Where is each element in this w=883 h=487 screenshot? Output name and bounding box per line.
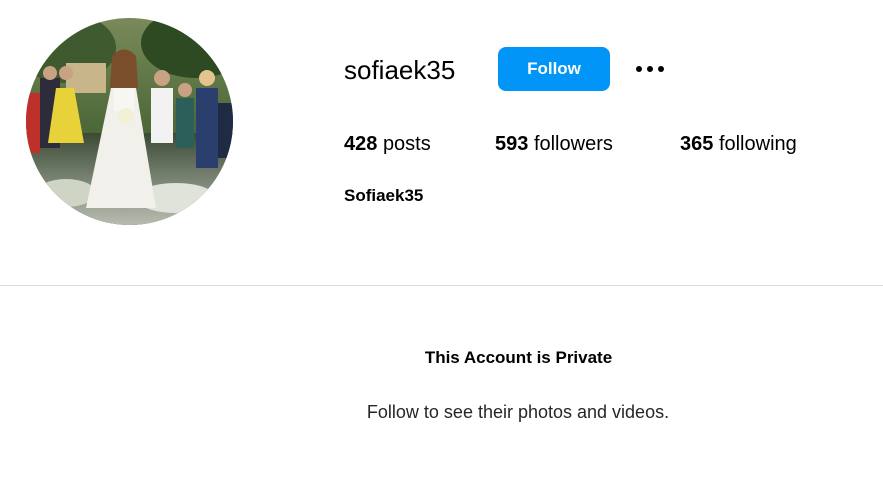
more-horizontal-icon (636, 66, 664, 72)
profile-display-name: Sofiaek35 (344, 186, 424, 205)
followers-label: followers (533, 133, 613, 155)
followers-count: 593 (495, 133, 529, 155)
private-account-message: Follow to see their photos and videos. (366, 402, 670, 422)
private-account-title: This Account is Private (424, 348, 613, 367)
profile-picture-image (26, 18, 233, 225)
following-label: following (718, 133, 797, 155)
posts-count: 428 (344, 133, 378, 155)
stat-followers[interactable]: 593 followers (495, 131, 613, 157)
more-options-button[interactable] (630, 56, 670, 82)
section-divider (0, 285, 883, 286)
profile-avatar[interactable] (26, 18, 233, 225)
profile-username: sofiaek35 (344, 55, 456, 85)
following-count: 365 (680, 133, 714, 155)
follow-button[interactable]: Follow (498, 47, 610, 91)
profile-page: sofiaek35 Follow 428 posts 593 followers… (0, 0, 883, 487)
stat-posts: 428 posts (344, 131, 431, 157)
posts-label: posts (382, 133, 431, 155)
stat-following[interactable]: 365 following (680, 131, 797, 157)
